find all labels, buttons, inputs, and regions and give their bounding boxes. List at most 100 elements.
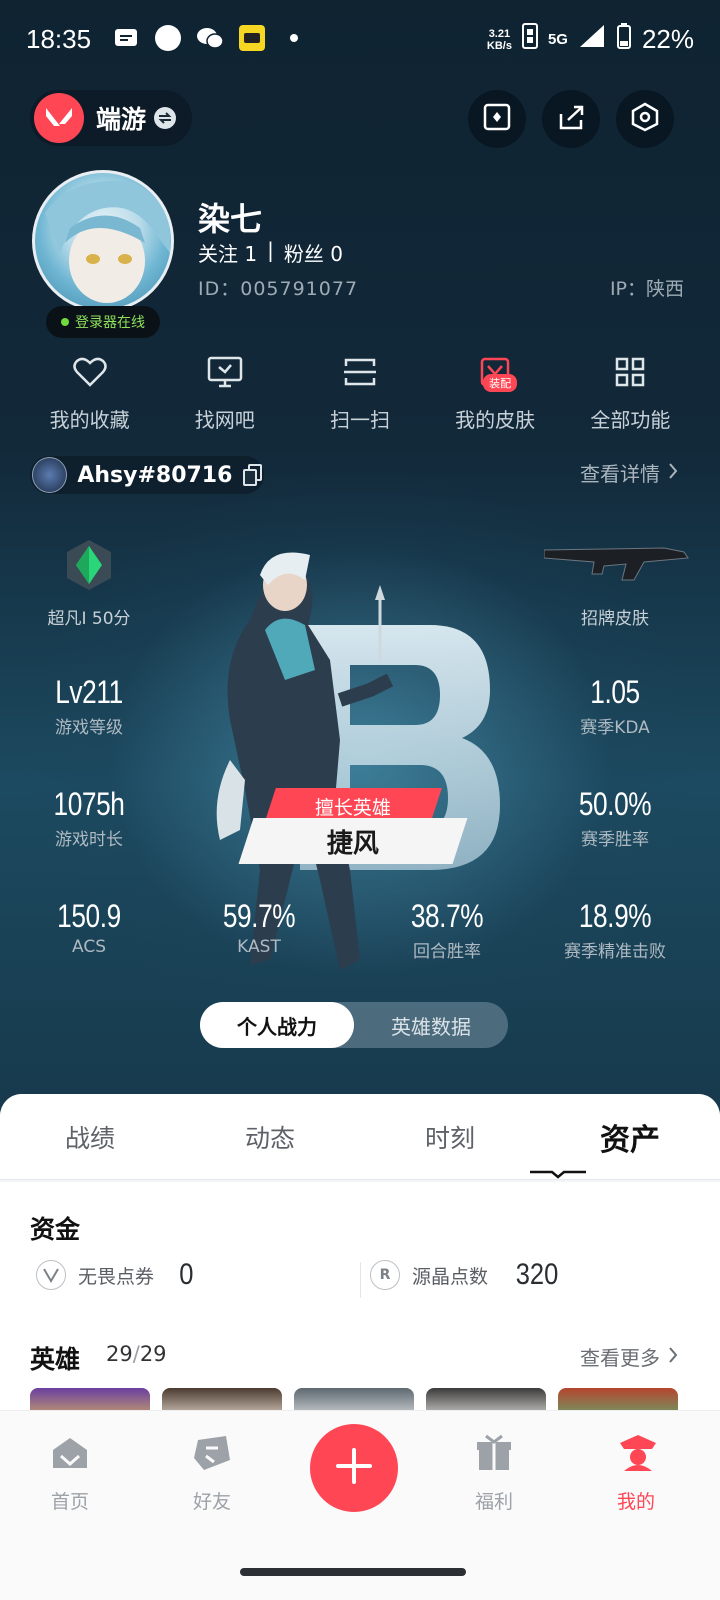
stat-level: Lv211 游戏等级 bbox=[4, 674, 174, 738]
avatar[interactable] bbox=[32, 170, 174, 312]
nav-label: 福利 bbox=[474, 1491, 513, 1513]
heroes-title: 英雄 bbox=[30, 1345, 81, 1374]
menu-scan[interactable]: 扫一扫 bbox=[300, 352, 420, 433]
tab-active-indicator bbox=[530, 1164, 586, 1179]
tab-assets[interactable]: 资产 bbox=[540, 1115, 720, 1159]
follow-divider: | bbox=[267, 238, 274, 262]
chevron-right-icon bbox=[668, 461, 678, 485]
stat-value: Lv211 bbox=[55, 674, 123, 710]
online-status-badge: 登录器在线 bbox=[46, 306, 160, 338]
funds-title: 资金 bbox=[30, 1215, 81, 1244]
stat-label: 游戏时长 bbox=[55, 830, 123, 850]
stat-label: 赛季精准击败 bbox=[564, 942, 666, 962]
fans-count[interactable]: 粉丝 0 bbox=[284, 238, 343, 267]
plus-icon bbox=[334, 1446, 374, 1490]
stat-kda: 1.05 赛季KDA bbox=[530, 674, 700, 738]
favorite-hero-name[interactable]: 捷风 bbox=[238, 818, 468, 864]
battery-icon bbox=[616, 22, 632, 57]
battery-percent: 22% bbox=[641, 24, 694, 54]
tab-feed[interactable]: 动态 bbox=[180, 1119, 360, 1155]
stat-value: 59.7% bbox=[222, 898, 296, 934]
toggle-personal-power[interactable]: 个人战力 bbox=[200, 1002, 354, 1048]
menu-label: 我的皮肤 bbox=[455, 408, 536, 432]
riot-id: Ahsy#80716 bbox=[77, 462, 233, 488]
share-icon bbox=[556, 102, 586, 136]
home-indicator[interactable] bbox=[240, 1568, 466, 1576]
menu-all-features[interactable]: 全部功能 bbox=[570, 352, 690, 433]
rank-label: 超凡Ⅰ 50分 bbox=[47, 609, 131, 629]
menu-favorites[interactable]: 我的收藏 bbox=[30, 352, 150, 433]
notification-icons bbox=[112, 24, 308, 52]
radianite-points[interactable]: R 源晶点数 320 bbox=[370, 1258, 562, 1292]
friends-icon bbox=[192, 1433, 232, 1473]
skin-label: 招牌皮肤 bbox=[581, 609, 649, 629]
favorite-hero-tag-text: 擅长英雄 bbox=[314, 796, 391, 819]
edit-card-button[interactable] bbox=[468, 90, 526, 148]
nav-benefits[interactable]: 福利 bbox=[434, 1433, 554, 1514]
stat-value: 50.0% bbox=[578, 786, 652, 822]
view-details-link[interactable]: 查看详情 bbox=[580, 458, 678, 487]
toggle-hero-data[interactable]: 英雄数据 bbox=[354, 1002, 508, 1048]
network-type: 5G bbox=[547, 31, 568, 48]
stat-value: 1.05 bbox=[590, 674, 640, 710]
stat-label: KAST bbox=[237, 937, 281, 957]
funds-divider bbox=[360, 1262, 361, 1298]
favorite-hero-name-text: 捷风 bbox=[326, 828, 379, 859]
stat-label: 游戏等级 bbox=[55, 718, 123, 738]
game-switcher[interactable]: 端游 bbox=[30, 90, 192, 146]
menu-label: 我的收藏 bbox=[49, 408, 130, 432]
view-more-link[interactable]: 查看更多 bbox=[580, 1342, 678, 1371]
tab-bar: 战绩 动态 时刻 资产 bbox=[0, 1094, 720, 1180]
tab-moments[interactable]: 时刻 bbox=[360, 1119, 540, 1155]
tab-match-history[interactable]: 战绩 bbox=[0, 1119, 180, 1155]
status-bar: 18:35 3.21 KB/s 5G 22% bbox=[0, 0, 720, 80]
valorant-points[interactable]: 无畏点券 0 bbox=[36, 1258, 195, 1292]
username: 染七 bbox=[198, 200, 263, 238]
copy-icon[interactable] bbox=[242, 464, 264, 486]
gift-icon bbox=[474, 1433, 514, 1473]
account-avatar bbox=[32, 457, 68, 493]
status-time: 18:35 bbox=[26, 24, 92, 54]
circle-app-icon bbox=[154, 24, 182, 52]
rp-value: 320 bbox=[515, 1258, 559, 1291]
following-count[interactable]: 关注 1 bbox=[198, 238, 257, 267]
stat-label: 赛季胜率 bbox=[581, 830, 649, 850]
menu-label: 找网吧 bbox=[194, 408, 255, 432]
menu-label: 全部功能 bbox=[590, 408, 671, 432]
stat-value: 38.7% bbox=[410, 898, 484, 934]
nav-friends[interactable]: 好友 bbox=[152, 1433, 272, 1514]
stat-value: 18.9% bbox=[578, 898, 652, 934]
share-button[interactable] bbox=[542, 90, 600, 148]
quick-menu: 我的收藏 找网吧 扫一扫 装配 我的皮肤 全部功能 bbox=[0, 352, 720, 433]
menu-my-skins[interactable]: 装配 我的皮肤 bbox=[435, 352, 555, 433]
stat-acs: 150.9 ACS bbox=[4, 898, 174, 957]
nav-home[interactable]: 首页 bbox=[10, 1433, 130, 1514]
profile-icon bbox=[616, 1433, 656, 1473]
online-status-text: 登录器在线 bbox=[75, 315, 145, 331]
swap-icon bbox=[154, 107, 177, 129]
settings-button[interactable] bbox=[616, 90, 674, 148]
follow-stats: 关注 1 | 粉丝 0 bbox=[198, 238, 343, 267]
stat-label: 赛季KDA bbox=[580, 718, 650, 738]
vp-coin-icon bbox=[36, 1260, 66, 1290]
edit-card-icon bbox=[482, 102, 512, 136]
stat-label: ACS bbox=[72, 937, 106, 957]
nav-label: 好友 bbox=[192, 1491, 231, 1513]
stat-headshot: 18.9% 赛季精准击败 bbox=[530, 898, 700, 962]
equip-badge: 装配 bbox=[483, 374, 518, 392]
view-details-label: 查看详情 bbox=[580, 462, 660, 486]
message-icon bbox=[112, 24, 140, 52]
stat-winrate: 50.0% 赛季胜率 bbox=[530, 786, 700, 850]
scan-icon bbox=[340, 352, 380, 392]
settings-hexagon-icon bbox=[630, 102, 660, 136]
create-post-button[interactable] bbox=[310, 1424, 398, 1512]
stat-kast: 59.7% KAST bbox=[174, 898, 344, 957]
rank-emblem-icon bbox=[64, 538, 114, 592]
game-account-pill[interactable]: Ahsy#80716 bbox=[30, 456, 264, 494]
more-dot-icon bbox=[280, 24, 308, 52]
menu-find-cafe[interactable]: 找网吧 bbox=[165, 352, 285, 433]
user-id: ID：005791077 bbox=[198, 278, 359, 300]
nav-profile[interactable]: 我的 bbox=[576, 1433, 696, 1514]
stat-round-winrate: 38.7% 回合胜率 bbox=[362, 898, 532, 962]
system-status: 3.21 KB/s 5G 22% bbox=[487, 22, 694, 57]
